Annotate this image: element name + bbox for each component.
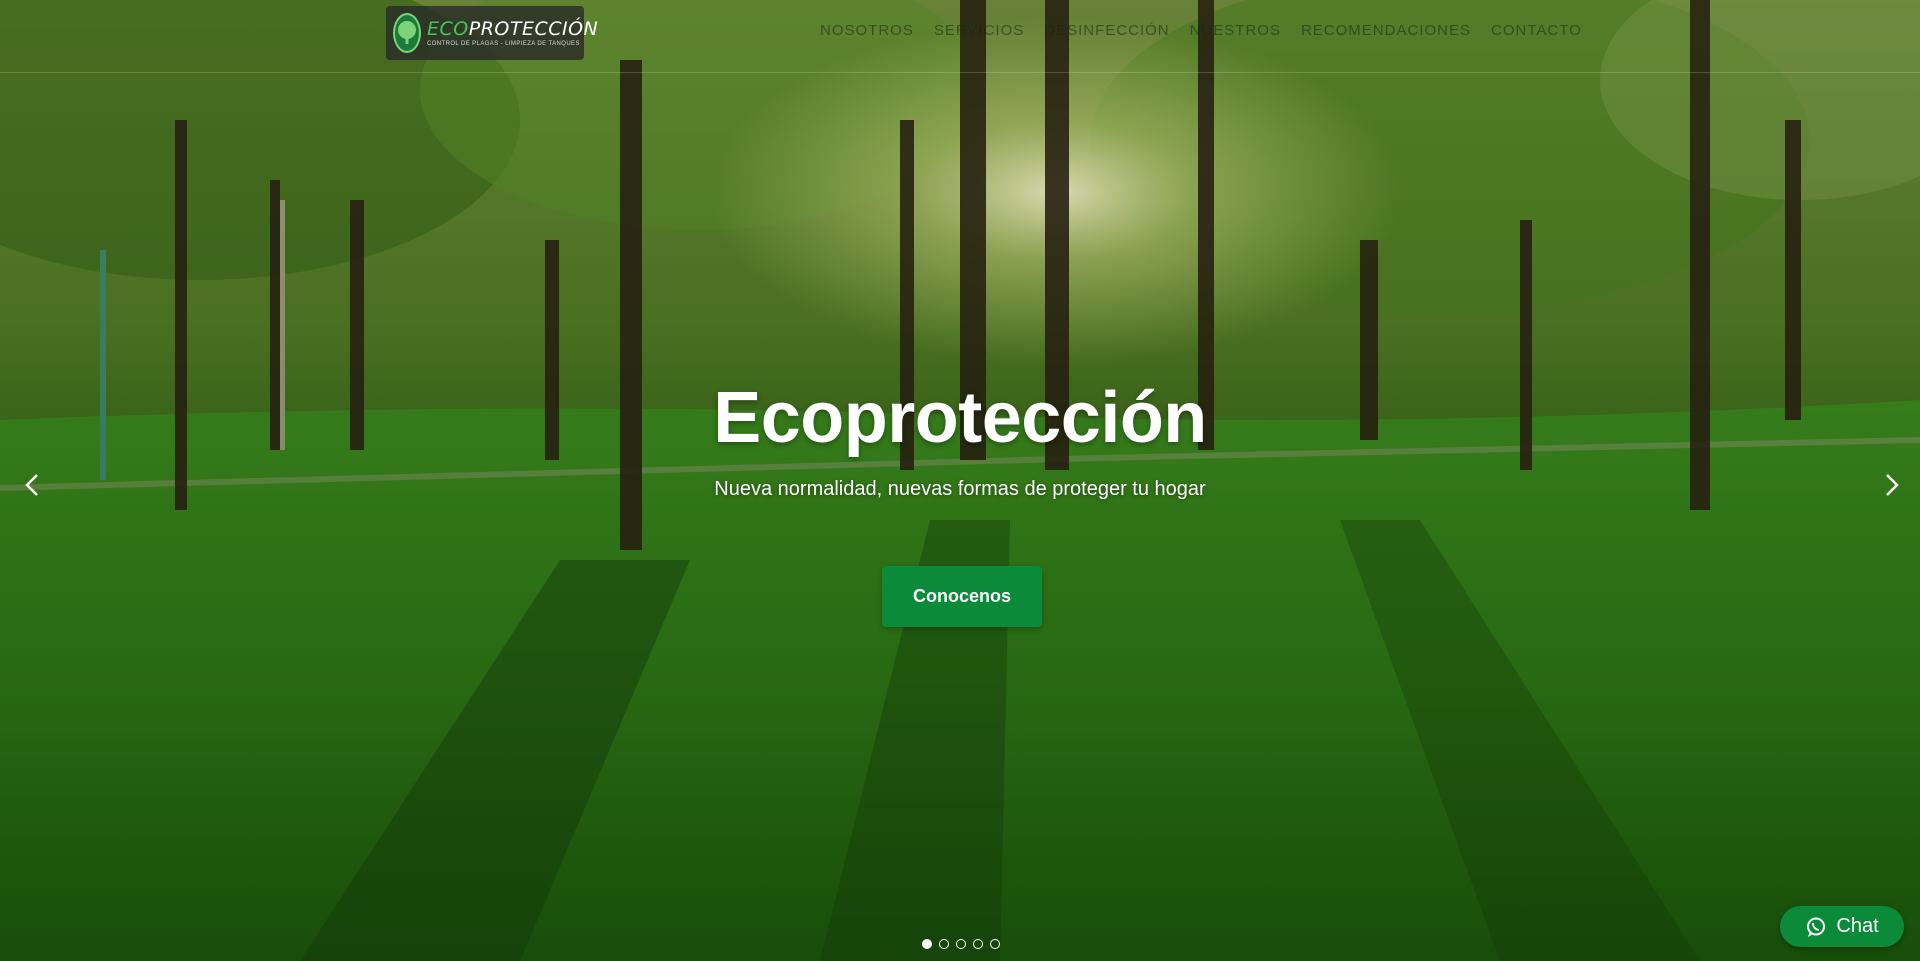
slide-dot-1[interactable] — [922, 939, 932, 949]
logo-text: ECOPROTECCIÓN CONTROL DE PLAGAS - LIMPIE… — [427, 18, 598, 49]
slide-dot-2[interactable] — [939, 939, 949, 949]
hero-slider: ECOPROTECCIÓN CONTROL DE PLAGAS - LIMPIE… — [0, 0, 1920, 961]
slider-prev-button[interactable] — [17, 470, 47, 500]
slider-pagination — [922, 939, 1000, 949]
site-header: ECOPROTECCIÓN CONTROL DE PLAGAS - LIMPIE… — [0, 0, 1920, 73]
tree-icon — [393, 13, 421, 53]
conocenos-button[interactable]: Conocenos — [882, 566, 1042, 627]
logo-title-prefix: ECO — [427, 17, 469, 40]
chevron-left-icon — [25, 474, 38, 496]
nav-item-nuestros[interactable]: NUESTROS — [1190, 22, 1281, 39]
slide-subtitle: Nueva normalidad, nuevas formas de prote… — [714, 478, 1206, 500]
main-nav: NOSOTROS SERVICIOS DESINFECCIÓN NUESTROS… — [820, 22, 1582, 39]
nav-item-desinfeccion[interactable]: DESINFECCIÓN — [1044, 22, 1169, 39]
logo-title: ECOPROTECCIÓN — [427, 18, 598, 40]
slide-dot-3[interactable] — [956, 939, 966, 949]
logo-tagline: CONTROL DE PLAGAS - LIMPIEZA DE TANQUES — [427, 40, 580, 47]
nav-item-recomendaciones[interactable]: RECOMENDACIONES — [1301, 22, 1471, 39]
slide-title: Ecoprotección — [713, 378, 1207, 458]
nav-item-nosotros[interactable]: NOSOTROS — [820, 22, 914, 39]
whatsapp-icon — [1807, 917, 1826, 937]
nav-item-servicios[interactable]: SERVICIOS — [934, 22, 1024, 39]
chat-button[interactable]: Chat — [1780, 906, 1904, 947]
slider-next-button[interactable] — [1877, 470, 1907, 500]
logo-title-suffix: PROTECCIÓN — [468, 17, 599, 40]
slide-dot-4[interactable] — [973, 939, 983, 949]
chevron-right-icon — [1886, 474, 1899, 496]
chat-label: Chat — [1836, 915, 1879, 937]
site-logo[interactable]: ECOPROTECCIÓN CONTROL DE PLAGAS - LIMPIE… — [386, 6, 598, 60]
slide-dot-5[interactable] — [990, 939, 1000, 949]
nav-item-contacto[interactable]: CONTACTO — [1491, 22, 1582, 39]
